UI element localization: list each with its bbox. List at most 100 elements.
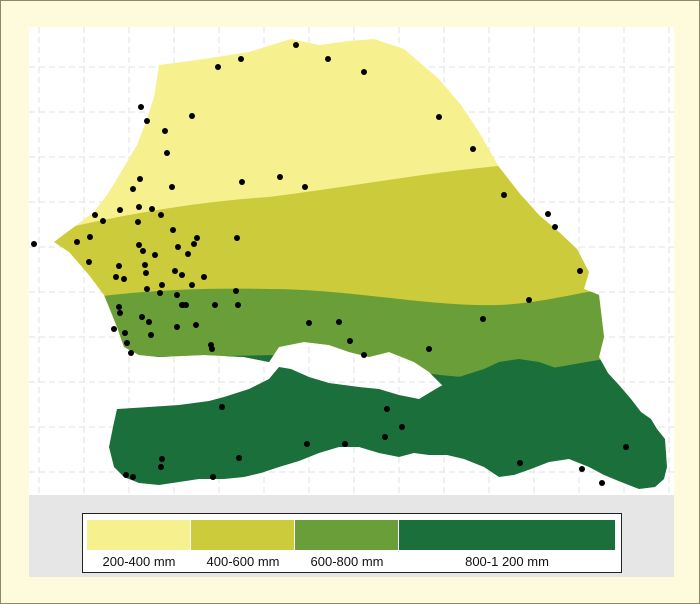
station-dot: [210, 474, 216, 480]
station-dot: [159, 282, 165, 288]
station-dot: [137, 176, 143, 182]
station-dot: [277, 174, 283, 180]
legend-swatch-800-1200: [399, 520, 615, 550]
legend-label-600-800: 600-800 mm: [310, 554, 384, 569]
station-dot: [382, 434, 388, 440]
station-dot: [130, 474, 136, 480]
station-dot: [117, 207, 123, 213]
station-dot: [189, 113, 195, 119]
station-dot: [139, 314, 145, 320]
station-dot: [233, 288, 239, 294]
station-dot: [31, 241, 37, 247]
station-dot: [185, 251, 191, 257]
station-dot: [577, 268, 583, 274]
station-dot: [235, 302, 241, 308]
station-dot: [325, 56, 331, 62]
station-dot: [215, 64, 221, 70]
station-dot: [526, 297, 532, 303]
station-dot: [183, 302, 189, 308]
station-dot: [152, 252, 158, 258]
station-dot: [143, 270, 149, 276]
station-dot: [146, 319, 152, 325]
legend-swatch-200-400: [87, 520, 190, 550]
station-dot: [172, 268, 178, 274]
station-dot: [174, 292, 180, 298]
station-dot: [470, 146, 476, 152]
station-dot: [209, 346, 215, 352]
station-dot: [74, 239, 80, 245]
station-dot: [384, 406, 390, 412]
station-dot: [138, 104, 144, 110]
station-dot: [219, 404, 225, 410]
legend-label-200-400: 200-400 mm: [102, 554, 176, 569]
station-dot: [162, 128, 168, 134]
station-dot: [179, 272, 185, 278]
legend-label-800-1200: 800-1 200 mm: [465, 554, 549, 569]
station-dot: [116, 263, 122, 269]
station-dot: [193, 322, 199, 328]
legend-label-400-600: 400-600 mm: [206, 554, 280, 569]
station-dot: [130, 186, 136, 192]
station-dot: [306, 320, 312, 326]
station-dot: [174, 324, 180, 330]
station-dot: [399, 424, 405, 430]
station-dot: [201, 274, 207, 280]
station-dot: [158, 464, 164, 470]
station-dot: [87, 234, 93, 240]
station-dot: [599, 480, 605, 486]
station-dot: [361, 352, 367, 358]
station-dot: [144, 118, 150, 124]
station-dot: [336, 319, 342, 325]
station-dot: [545, 211, 551, 217]
station-dot: [579, 466, 585, 472]
station-dot: [304, 441, 310, 447]
station-dot: [136, 204, 142, 210]
station-dot: [361, 69, 367, 75]
station-dot: [189, 282, 195, 288]
station-dot: [121, 276, 127, 282]
station-dot: [148, 332, 154, 338]
station-dot: [191, 241, 197, 247]
station-dot: [236, 455, 242, 461]
station-dot: [122, 330, 128, 336]
station-dot: [159, 456, 165, 462]
station-dot: [164, 150, 170, 156]
station-dot: [480, 316, 486, 322]
station-dot: [347, 338, 353, 344]
station-dot: [169, 184, 175, 190]
station-dot: [234, 235, 240, 241]
station-dot: [117, 310, 123, 316]
figure-frame: 200-400 mm 400-600 mm 600-800 mm 800-1 2…: [0, 0, 700, 604]
station-dot: [552, 224, 558, 230]
station-dot: [157, 290, 163, 296]
station-dot: [135, 219, 141, 225]
rainfall-map: [29, 27, 674, 497]
legend-swatch-600-800: [295, 520, 398, 550]
station-dot: [239, 179, 245, 185]
station-dot: [436, 114, 442, 120]
legend-swatch-400-600: [191, 520, 294, 550]
station-dot: [238, 56, 244, 62]
station-dot: [194, 235, 200, 241]
station-dot: [175, 244, 181, 250]
station-dot: [170, 227, 176, 233]
station-dot: [517, 460, 523, 466]
station-dot: [113, 274, 119, 280]
station-dot: [128, 350, 134, 356]
station-dot: [293, 42, 299, 48]
station-dot: [136, 242, 142, 248]
station-dot: [302, 184, 308, 190]
station-dot: [426, 346, 432, 352]
station-dot: [144, 286, 150, 292]
station-dot: [212, 302, 218, 308]
station-dot: [111, 326, 117, 332]
station-dot: [140, 248, 146, 254]
station-dot: [623, 444, 629, 450]
station-dot: [149, 206, 155, 212]
station-dot: [92, 212, 98, 218]
legend: 200-400 mm 400-600 mm 600-800 mm 800-1 2…: [82, 513, 622, 573]
station-dot: [158, 212, 164, 218]
station-dot: [124, 340, 130, 346]
station-dot: [86, 259, 92, 265]
station-dot: [142, 262, 148, 268]
